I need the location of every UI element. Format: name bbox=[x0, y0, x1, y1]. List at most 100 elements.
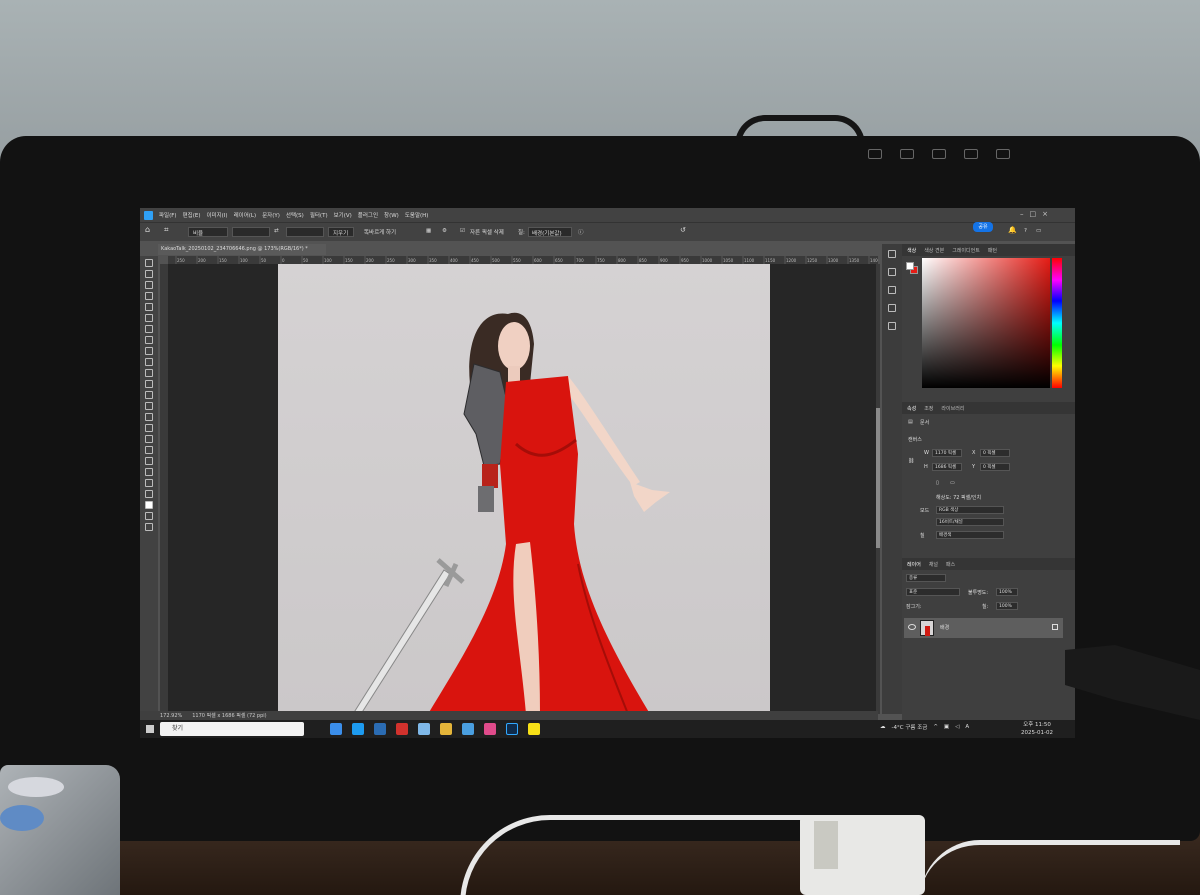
menu-view[interactable]: 보기(V) bbox=[334, 211, 352, 219]
app-icon[interactable] bbox=[418, 723, 430, 735]
mode-dropdown[interactable]: RGB 색상 bbox=[936, 506, 1004, 514]
blur-tool-icon[interactable] bbox=[145, 402, 153, 410]
hue-slider[interactable] bbox=[1052, 258, 1062, 388]
y-field[interactable]: 0 픽셀 bbox=[980, 463, 1010, 471]
photoshop-taskbar-icon[interactable] bbox=[506, 723, 518, 735]
kakaotalk-icon[interactable] bbox=[528, 723, 540, 735]
straighten-button[interactable]: 똑바르게 하기 bbox=[364, 228, 396, 236]
tab-gradients[interactable]: 그레이디언트 bbox=[952, 247, 980, 254]
vertical-scrollbar-thumb[interactable] bbox=[876, 408, 880, 548]
opacity-field[interactable]: 100% bbox=[996, 588, 1018, 596]
healing-brush-tool-icon[interactable] bbox=[145, 336, 153, 344]
windows-start-icon[interactable] bbox=[146, 725, 154, 733]
weather-icon[interactable]: ☁ bbox=[880, 724, 886, 730]
width-input[interactable] bbox=[232, 227, 270, 237]
crop-tool-icon[interactable]: ⌗ bbox=[164, 225, 169, 235]
x-field[interactable]: 0 픽셀 bbox=[980, 449, 1010, 457]
type-tool-icon[interactable] bbox=[145, 435, 153, 443]
weather-text[interactable]: -4°C 구름 조금 bbox=[892, 723, 928, 731]
taskbar-search-input[interactable]: 찾기 bbox=[160, 722, 304, 736]
blend-mode-dropdown[interactable]: 표준 bbox=[906, 588, 960, 596]
lock-icon[interactable] bbox=[1052, 624, 1058, 630]
visibility-eye-icon[interactable] bbox=[908, 624, 916, 630]
tab-color[interactable]: 색상 bbox=[907, 247, 916, 254]
tab-layers[interactable]: 레이어 bbox=[907, 561, 921, 568]
gradient-tool-icon[interactable] bbox=[145, 391, 153, 399]
fill-dropdown[interactable]: 배경색 bbox=[936, 531, 1004, 539]
maximize-icon[interactable]: □ bbox=[1030, 210, 1037, 218]
taskbar-clock[interactable]: 오후 11:50 2025-01-02 bbox=[1014, 721, 1060, 737]
screen-mode-icon[interactable] bbox=[145, 523, 153, 531]
pen-tool-icon[interactable] bbox=[145, 424, 153, 432]
layer-row-background[interactable]: 배경 bbox=[904, 618, 1063, 638]
display-icon[interactable] bbox=[868, 149, 882, 159]
menu-plugins[interactable]: 플러그인 bbox=[358, 211, 378, 219]
swap-icon[interactable]: ⇄ bbox=[274, 228, 279, 234]
menu-type[interactable]: 문자(Y) bbox=[262, 211, 280, 219]
rectangle-tool-icon[interactable] bbox=[145, 457, 153, 465]
more-tools-icon[interactable] bbox=[145, 490, 153, 498]
portrait-orientation-icon[interactable]: ▯ bbox=[936, 480, 939, 486]
move-tool-icon[interactable] bbox=[145, 259, 153, 267]
tab-properties[interactable]: 속성 bbox=[907, 405, 916, 412]
brush-settings-icon[interactable] bbox=[888, 304, 896, 312]
mail-icon[interactable] bbox=[374, 723, 386, 735]
info-icon[interactable]: ⓘ bbox=[578, 228, 584, 236]
eyedropper-tool-icon[interactable] bbox=[145, 325, 153, 333]
layer-fill-field[interactable]: 100% bbox=[996, 602, 1018, 610]
tab-swatches[interactable]: 색상 견본 bbox=[924, 247, 944, 254]
eraser-tool-icon[interactable] bbox=[145, 380, 153, 388]
notification-bell-icon[interactable]: 🔔 bbox=[1008, 226, 1017, 234]
zoom-tool-icon[interactable] bbox=[145, 479, 153, 487]
menu-image[interactable]: 이미지(I) bbox=[206, 211, 227, 219]
foreground-color-swatch[interactable] bbox=[906, 262, 914, 270]
document-tab[interactable]: KakaoTalk_20250102_234706646.png @ 173%(… bbox=[158, 244, 326, 255]
settings-gear-icon[interactable]: ⚙ bbox=[442, 228, 447, 234]
keyboard-icon[interactable] bbox=[932, 149, 946, 159]
store-icon[interactable] bbox=[462, 723, 474, 735]
tab-channels[interactable]: 채널 bbox=[929, 561, 938, 568]
dodge-tool-icon[interactable] bbox=[145, 413, 153, 421]
minimize-icon[interactable]: – bbox=[1020, 210, 1024, 218]
hand-tool-icon[interactable] bbox=[145, 468, 153, 476]
menu-layer[interactable]: 레이어(L) bbox=[234, 211, 257, 219]
menu-help[interactable]: 도움말(H) bbox=[405, 211, 429, 219]
menu-icon[interactable] bbox=[964, 149, 978, 159]
landscape-orientation-icon[interactable]: ▭ bbox=[950, 480, 955, 486]
pen-icon[interactable] bbox=[996, 149, 1010, 159]
close-icon[interactable]: × bbox=[1042, 210, 1048, 218]
task-view-icon[interactable] bbox=[330, 723, 342, 735]
help-icon[interactable]: ? bbox=[1024, 228, 1027, 234]
path-select-tool-icon[interactable] bbox=[145, 446, 153, 454]
ratio-dropdown[interactable]: 비율 bbox=[188, 227, 228, 237]
reset-icon[interactable]: ↺ bbox=[680, 226, 686, 234]
marquee-tool-icon[interactable] bbox=[145, 270, 153, 278]
info-panel-icon[interactable] bbox=[888, 286, 896, 294]
history-brush-tool-icon[interactable] bbox=[145, 369, 153, 377]
edge-browser-icon[interactable] bbox=[352, 723, 364, 735]
play-action-icon[interactable] bbox=[888, 250, 896, 258]
height-field[interactable]: 1686 픽셀 bbox=[932, 463, 962, 471]
menu-select[interactable]: 선택(S) bbox=[286, 211, 304, 219]
menu-edit[interactable]: 편집(E) bbox=[183, 211, 201, 219]
document-canvas[interactable] bbox=[278, 264, 770, 714]
settings-icon[interactable] bbox=[900, 149, 914, 159]
tab-patterns[interactable]: 패턴 bbox=[988, 247, 997, 254]
home-icon[interactable]: ⌂ bbox=[145, 225, 150, 234]
crop-tool-icon[interactable] bbox=[145, 303, 153, 311]
menu-window[interactable]: 창(W) bbox=[384, 211, 399, 219]
quick-select-tool-icon[interactable] bbox=[145, 292, 153, 300]
foreground-color-swatch[interactable] bbox=[145, 501, 153, 509]
frame-tool-icon[interactable] bbox=[145, 314, 153, 322]
delete-pixels-checkbox[interactable]: ☑ bbox=[460, 228, 465, 234]
tab-libraries[interactable]: 라이브러리 bbox=[941, 405, 964, 412]
fill-dropdown[interactable]: 배경(기본값) bbox=[528, 227, 572, 237]
tab-adjustments[interactable]: 조정 bbox=[924, 405, 933, 412]
width-field[interactable]: 1170 픽셀 bbox=[932, 449, 962, 457]
menu-file[interactable]: 파일(F) bbox=[159, 211, 177, 219]
clone-stamp-tool-icon[interactable] bbox=[145, 358, 153, 366]
file-explorer-icon[interactable] bbox=[440, 723, 452, 735]
grid-overlay-icon[interactable]: ▦ bbox=[426, 228, 431, 234]
workspace-icon[interactable]: ▭ bbox=[1036, 228, 1041, 234]
tab-paths[interactable]: 패스 bbox=[946, 561, 955, 568]
